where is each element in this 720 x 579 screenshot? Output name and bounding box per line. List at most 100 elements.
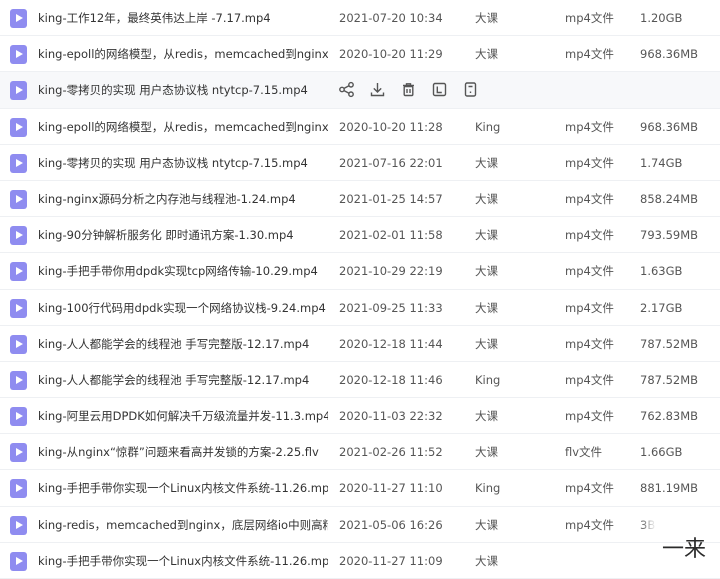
file-type: mp4文件	[565, 11, 614, 25]
file-owner: 大课	[475, 409, 498, 424]
file-size: 762.83MB	[640, 409, 699, 424]
file-row[interactable]: king-redis，memcached到nginx，底层网络io中则高精...…	[0, 507, 720, 543]
file-row[interactable]: king-手把手带你实现一个Linux内核文件系统-11.26.mp4 2020-…	[0, 470, 720, 507]
file-row[interactable]: king-nginx源码分析之内存池与线程池-1.24.mp4 2021-01-2…	[0, 181, 720, 218]
file-owner: 大课	[475, 264, 498, 279]
file-row[interactable]: king-手把手带你用dpdk实现tcp网络传输-10.29.mp4 2021-1…	[0, 253, 720, 290]
video-file-icon	[10, 153, 27, 173]
video-file-icon	[10, 370, 27, 390]
file-list: king-工作12年，最终英伟达上岸 -7.17.mp4 2021-07-20 1…	[0, 0, 720, 579]
file-row[interactable]: king-阿里云用DPDK如何解决千万级流量并发-11.3.mp4 2020-11…	[0, 398, 720, 435]
file-row[interactable]: king-人人都能学会的线程池 手写完整版-12.17.mp4 2020-12-1…	[0, 362, 720, 399]
file-row[interactable]: king-零拷贝的实现 用户态协议栈 ntytcp-7.15.mp4	[0, 72, 720, 109]
file-name[interactable]: king-工作12年，最终英伟达上岸 -7.17.mp4	[38, 10, 328, 26]
video-file-icon	[10, 9, 27, 28]
file-name[interactable]: king-手把手带你用dpdk实现tcp网络传输-10.29.mp4	[38, 263, 328, 279]
file-date: 2021-07-20 10:34	[339, 11, 443, 25]
file-row[interactable]: king-工作12年，最终英伟达上岸 -7.17.mp4 2021-07-20 1…	[0, 0, 720, 37]
file-size: 1.74GB	[640, 155, 683, 170]
file-name[interactable]: king-人人都能学会的线程池 手写完整版-12.17.mp4	[38, 336, 328, 352]
file-type: mp4文件	[565, 191, 614, 206]
file-date: 2020-11-27 11:10	[339, 481, 443, 496]
file-name[interactable]: king-手把手带你实现一个Linux内核文件系统-11.26.mp4	[38, 553, 328, 569]
file-name[interactable]: king-epoll的网络模型，从redis，memcached到nginx-.…	[38, 46, 328, 62]
file-name[interactable]: king-人人都能学会的线程池 手写完整版-12.17.mp4	[38, 372, 328, 388]
video-file-icon	[10, 117, 27, 137]
file-name[interactable]: king-手把手带你实现一个Linux内核文件系统-11.26.mp4	[38, 480, 328, 496]
file-type: mp4文件	[565, 481, 614, 496]
file-date: 2021-05-06 16:26	[339, 517, 443, 532]
file-name[interactable]: king-零拷贝的实现 用户态协议栈 ntytcp-7.15.mp4	[38, 82, 328, 98]
rename-icon[interactable]	[431, 81, 448, 98]
file-owner: 大课	[475, 445, 498, 460]
file-type: mp4文件	[565, 264, 614, 279]
file-row[interactable]: king-epoll的网络模型，从redis，memcached到nginx-.…	[0, 36, 720, 73]
file-name[interactable]: king-epoll的网络模型，从redis，memcached到nginx-.…	[38, 119, 328, 135]
file-type: mp4文件	[565, 372, 614, 387]
file-date: 2021-02-26 11:52	[339, 445, 443, 460]
video-file-icon	[10, 515, 27, 535]
file-owner: 大课	[475, 11, 498, 25]
file-size: 858.24MB	[640, 191, 699, 206]
file-size: 787.52MB	[640, 372, 699, 387]
file-type: mp4文件	[565, 409, 614, 424]
share-icon[interactable]	[338, 81, 355, 98]
file-owner: 大课	[475, 300, 498, 315]
file-date: 2021-10-29 22:19	[339, 264, 443, 279]
file-size: 787.52MB	[640, 336, 699, 351]
file-size: 1.63GB	[640, 264, 683, 279]
video-file-icon	[10, 298, 27, 318]
file-owner: 大课	[475, 155, 498, 170]
file-type: mp4文件	[565, 300, 614, 315]
video-file-icon	[10, 189, 27, 209]
file-date: 2021-09-25 11:33	[339, 300, 443, 315]
file-row[interactable]: king-100行代码用dpdk实现一个网络协议栈-9.24.mp4 2021-0…	[0, 290, 720, 326]
file-type: mp4文件	[565, 155, 614, 170]
file-owner: 大课	[475, 191, 498, 206]
video-file-icon	[10, 226, 27, 246]
file-owner: 大课	[475, 517, 498, 532]
video-file-icon	[10, 551, 27, 571]
download-icon[interactable]	[369, 81, 386, 98]
file-row[interactable]: king-90分钟解析服务化 即时通讯方案-1.30.mp4 2021-02-01…	[0, 217, 720, 254]
file-name[interactable]: king-零拷贝的实现 用户态协议栈 ntytcp-7.15.mp4	[38, 155, 328, 171]
file-date: 2021-07-16 22:01	[339, 155, 443, 170]
file-size: 1.20GB	[640, 11, 683, 25]
more-icon[interactable]	[462, 81, 479, 98]
file-size: 881.19MB	[640, 481, 699, 496]
file-owner: 大课	[475, 553, 498, 568]
file-type: mp4文件	[565, 47, 614, 62]
file-date: 2021-02-01 11:58	[339, 228, 443, 243]
video-file-icon	[10, 45, 27, 65]
file-date: 2020-12-18 11:44	[339, 336, 443, 351]
file-owner: King	[475, 481, 501, 496]
file-date: 2020-10-20 11:28	[339, 119, 443, 134]
file-type: mp4文件	[565, 517, 614, 532]
file-owner: King	[475, 372, 501, 387]
file-size: 1.66GB	[640, 445, 683, 460]
file-row[interactable]: king-从nginx“惊群”问题来看高并发锁的方案-2.25.flv 2021-…	[0, 434, 720, 471]
file-date: 2020-12-18 11:46	[339, 372, 443, 387]
file-type: mp4文件	[565, 119, 614, 134]
file-date: 2020-10-20 11:29	[339, 47, 443, 62]
file-name[interactable]: king-从nginx“惊群”问题来看高并发锁的方案-2.25.flv	[38, 444, 328, 460]
watermark: 一来	[661, 537, 706, 562]
delete-icon[interactable]	[400, 81, 417, 98]
file-date: 2020-11-27 11:09	[339, 553, 443, 568]
file-name[interactable]: king-redis，memcached到nginx，底层网络io中则高精...	[38, 517, 328, 533]
file-row[interactable]: king-零拷贝的实现 用户态协议栈 ntytcp-7.15.mp4 2021-0…	[0, 145, 720, 181]
video-file-icon	[10, 479, 27, 499]
file-name[interactable]: king-90分钟解析服务化 即时通讯方案-1.30.mp4	[38, 227, 328, 243]
file-date: 2021-01-25 14:57	[339, 191, 443, 206]
file-row[interactable]: king-epoll的网络模型，从redis，memcached到nginx-.…	[0, 109, 720, 145]
file-name[interactable]: king-阿里云用DPDK如何解决千万级流量并发-11.3.mp4	[38, 408, 328, 424]
file-date: 2020-11-03 22:32	[339, 409, 443, 424]
file-row[interactable]: king-人人都能学会的线程池 手写完整版-12.17.mp4 2020-12-1…	[0, 326, 720, 362]
file-name[interactable]: king-100行代码用dpdk实现一个网络协议栈-9.24.mp4	[38, 300, 328, 316]
video-file-icon	[10, 262, 27, 282]
row-actions	[338, 81, 479, 98]
video-file-icon	[10, 407, 27, 427]
file-name[interactable]: king-nginx源码分析之内存池与线程池-1.24.mp4	[38, 191, 328, 207]
file-owner: 大课	[475, 228, 498, 243]
video-file-icon	[10, 334, 27, 354]
